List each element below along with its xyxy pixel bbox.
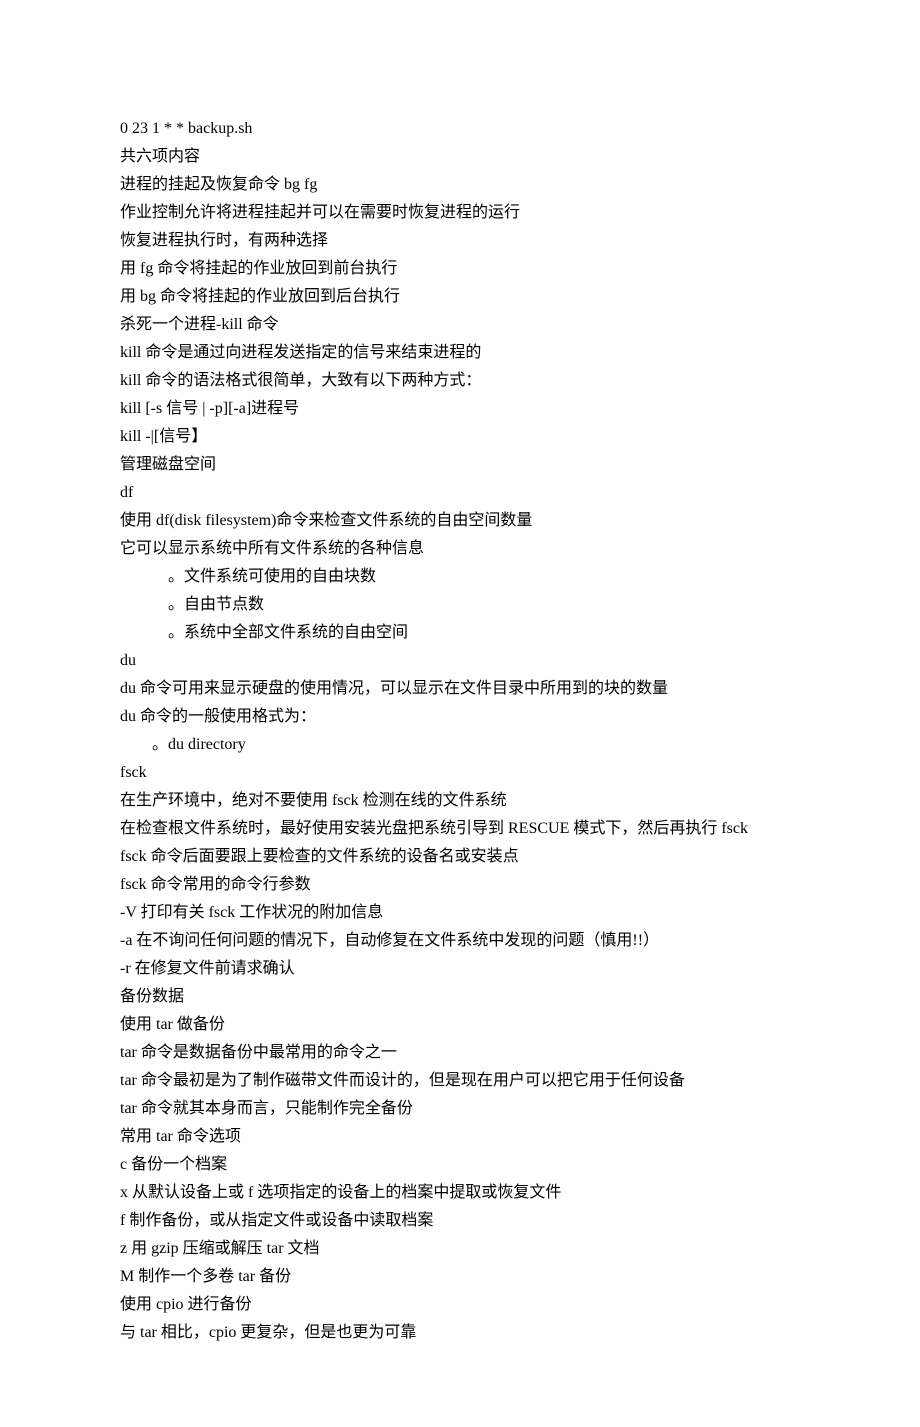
text-line: 。du directory bbox=[120, 731, 800, 759]
text-line: -V 打印有关 fsck 工作状况的附加信息 bbox=[120, 899, 800, 927]
text-line: tar 命令就其本身而言，只能制作完全备份 bbox=[120, 1095, 800, 1123]
document-page: 0 23 1 * * backup.sh共六项内容进程的挂起及恢复命令 bg f… bbox=[0, 0, 920, 1427]
text-line: 常用 tar 命令选项 bbox=[120, 1123, 800, 1151]
text-line: kill [-s 信号 | -p][-a]进程号 bbox=[120, 395, 800, 423]
text-line: 杀死一个进程-kill 命令 bbox=[120, 311, 800, 339]
text-line: -a 在不询问任何问题的情况下，自动修复在文件系统中发现的问题（慎用!!） bbox=[120, 927, 800, 955]
text-line: 用 fg 命令将挂起的作业放回到前台执行 bbox=[120, 255, 800, 283]
text-line: kill 命令的语法格式很简单，大致有以下两种方式： bbox=[120, 367, 800, 395]
text-line: 使用 df(disk filesystem)命令来检查文件系统的自由空间数量 bbox=[120, 507, 800, 535]
text-line: fsck 命令后面要跟上要检查的文件系统的设备名或安装点 bbox=[120, 843, 800, 871]
text-line: du 命令可用来显示硬盘的使用情况，可以显示在文件目录中所用到的块的数量 bbox=[120, 675, 800, 703]
text-line: du bbox=[120, 647, 800, 675]
text-line: 作业控制允许将进程挂起并可以在需要时恢复进程的运行 bbox=[120, 199, 800, 227]
text-line: 。自由节点数 bbox=[120, 591, 800, 619]
document-body: 0 23 1 * * backup.sh共六项内容进程的挂起及恢复命令 bg f… bbox=[120, 115, 800, 1347]
text-line: f 制作备份，或从指定文件或设备中读取档案 bbox=[120, 1207, 800, 1235]
text-line: tar 命令是数据备份中最常用的命令之一 bbox=[120, 1039, 800, 1067]
text-line: 与 tar 相比，cpio 更复杂，但是也更为可靠 bbox=[120, 1319, 800, 1347]
text-line: df bbox=[120, 479, 800, 507]
text-line: 使用 tar 做备份 bbox=[120, 1011, 800, 1039]
text-line: M 制作一个多卷 tar 备份 bbox=[120, 1263, 800, 1291]
text-line: 进程的挂起及恢复命令 bg fg bbox=[120, 171, 800, 199]
text-line: 在检查根文件系统时，最好使用安装光盘把系统引导到 RESCUE 模式下，然后再执… bbox=[120, 815, 800, 843]
text-line: 它可以显示系统中所有文件系统的各种信息 bbox=[120, 535, 800, 563]
text-line: z 用 gzip 压缩或解压 tar 文档 bbox=[120, 1235, 800, 1263]
text-line: 使用 cpio 进行备份 bbox=[120, 1291, 800, 1319]
text-line: fsck bbox=[120, 759, 800, 787]
text-line: c 备份一个档案 bbox=[120, 1151, 800, 1179]
text-line: 用 bg 命令将挂起的作业放回到后台执行 bbox=[120, 283, 800, 311]
text-line: 。系统中全部文件系统的自由空间 bbox=[120, 619, 800, 647]
text-line: kill -|[信号】 bbox=[120, 423, 800, 451]
text-line: -r 在修复文件前请求确认 bbox=[120, 955, 800, 983]
text-line: 在生产环境中，绝对不要使用 fsck 检测在线的文件系统 bbox=[120, 787, 800, 815]
text-line: 共六项内容 bbox=[120, 143, 800, 171]
text-line: 管理磁盘空间 bbox=[120, 451, 800, 479]
text-line: 恢复进程执行时，有两种选择 bbox=[120, 227, 800, 255]
text-line: tar 命令最初是为了制作磁带文件而设计的，但是现在用户可以把它用于任何设备 bbox=[120, 1067, 800, 1095]
text-line: kill 命令是通过向进程发送指定的信号来结束进程的 bbox=[120, 339, 800, 367]
text-line: 备份数据 bbox=[120, 983, 800, 1011]
text-line: du 命令的一般使用格式为： bbox=[120, 703, 800, 731]
text-line: fsck 命令常用的命令行参数 bbox=[120, 871, 800, 899]
text-line: 。文件系统可使用的自由块数 bbox=[120, 563, 800, 591]
text-line: 0 23 1 * * backup.sh bbox=[120, 115, 800, 143]
text-line: x 从默认设备上或 f 选项指定的设备上的档案中提取或恢复文件 bbox=[120, 1179, 800, 1207]
